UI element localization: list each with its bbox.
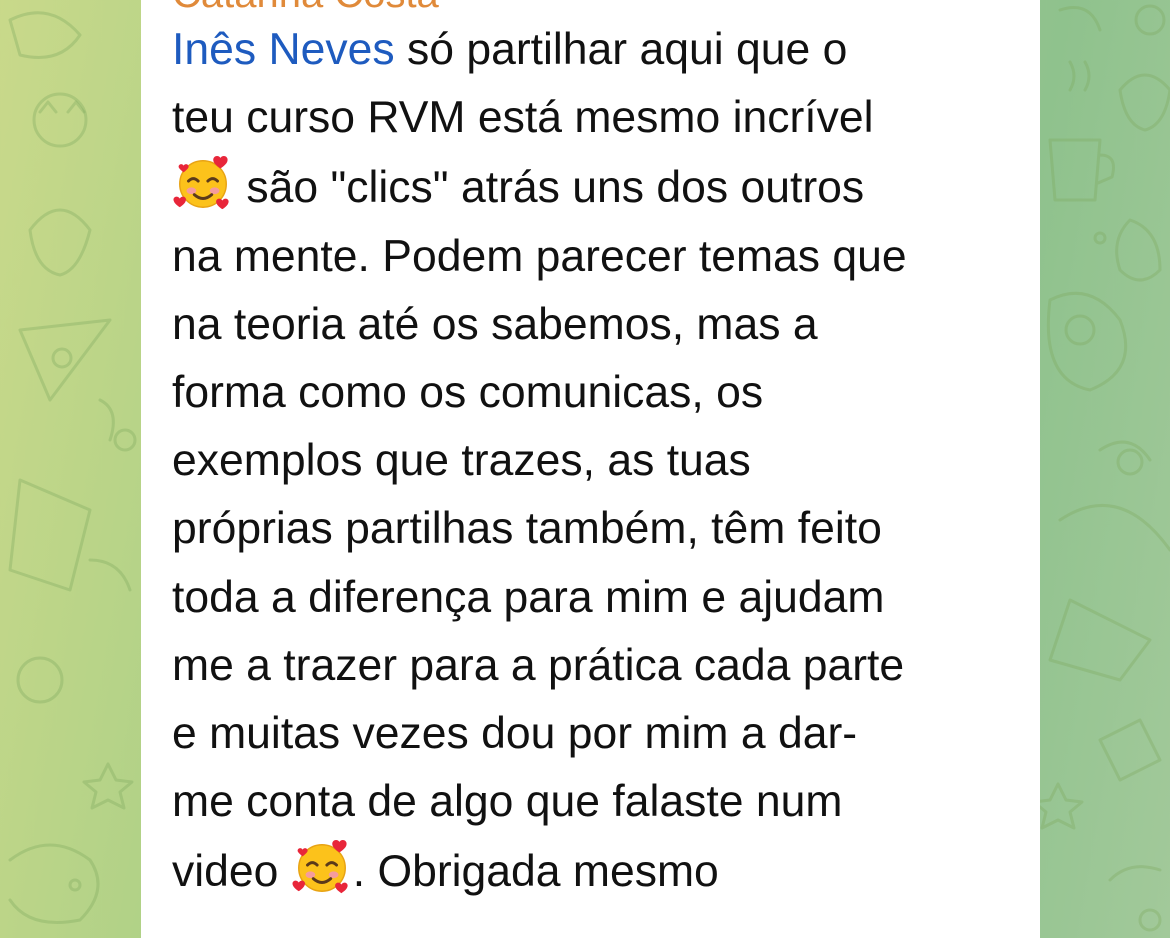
message-line: toda a diferença para mim e ajudam bbox=[172, 572, 885, 622]
message-line: me conta de algo que falaste num bbox=[172, 777, 843, 827]
smiling-face-with-hearts-icon bbox=[292, 840, 348, 894]
message-line: são "clics" atrás uns dos outros bbox=[172, 152, 1022, 222]
message-line: Inês Neves só partilhar aqui que o bbox=[172, 25, 848, 74]
message-line: próprias partilhas também, têm feito bbox=[172, 504, 882, 554]
message-line: video . Obrigada mesmo bbox=[172, 836, 1022, 906]
message-line: teu curso RVM está mesmo incrível bbox=[172, 93, 874, 143]
message-line: e muitas vezes dou por mim a dar- bbox=[172, 709, 858, 759]
message-line: na teoria até os sabemos, mas a bbox=[172, 299, 818, 349]
message-text: Inês Neves só partilhar aqui que o teu c… bbox=[172, 16, 1022, 907]
sender-name[interactable]: Catarina Costa bbox=[172, 0, 439, 14]
message-line: forma como os comunicas, os bbox=[172, 368, 764, 418]
smiling-face-with-hearts-icon bbox=[173, 156, 229, 210]
message-line: me a trazer para a prática cada parte bbox=[172, 640, 905, 690]
message-line: exemplos que trazes, as tuas bbox=[172, 436, 751, 486]
message-line: na mente. Podem parecer temas que bbox=[172, 231, 907, 281]
mention-link[interactable]: Inês Neves bbox=[172, 25, 395, 74]
